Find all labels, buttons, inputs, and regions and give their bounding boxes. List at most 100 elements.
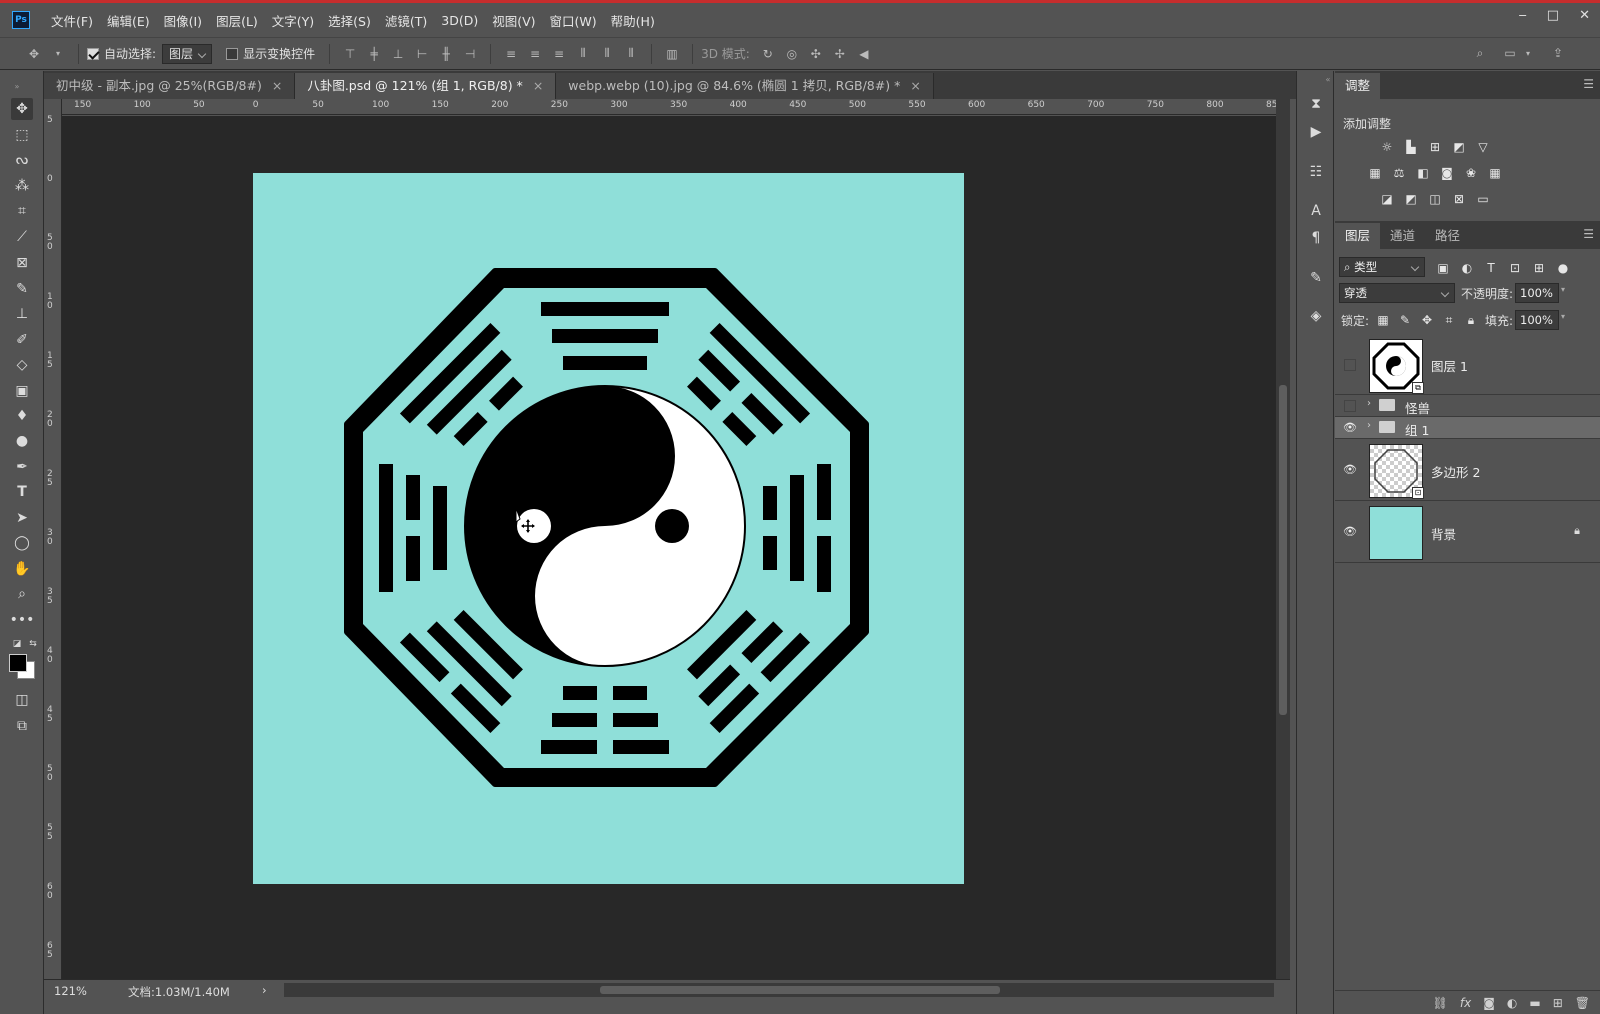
show-transform-checkbox[interactable] — [226, 47, 239, 60]
maximize-button[interactable]: □ — [1547, 8, 1559, 23]
expand-group-icon[interactable]: › — [1367, 420, 1371, 431]
filter-shape-icon[interactable]: ⊡ — [1507, 261, 1523, 275]
photo-filter-icon[interactable]: ◙ — [1439, 166, 1455, 180]
zoom-tool-icon[interactable]: ⌕ — [11, 583, 33, 605]
tab-doc-1[interactable]: 初中级 - 副本.jpg @ 25%(RGB/8#) × — [44, 73, 296, 99]
tab-doc-3[interactable]: webp.webp (10).jpg @ 84.6% (椭圆 1 拷贝, RGB… — [556, 73, 934, 99]
menu-layer[interactable]: 图层(L) — [209, 11, 265, 30]
new-adjustment-icon[interactable]: ◐ — [1507, 996, 1517, 1010]
brightness-icon[interactable]: ☼ — [1379, 140, 1395, 154]
distribute-vcenter-icon[interactable]: ≡ — [528, 47, 542, 61]
opacity-chevron-icon[interactable]: ▾ — [1561, 285, 1565, 294]
auto-select-dropdown[interactable]: 图层 — [162, 43, 213, 64]
filter-pixel-icon[interactable]: ▣ — [1435, 261, 1451, 275]
layer-row[interactable]: ⧉ 图层 1 — [1335, 335, 1600, 395]
history-panel-icon[interactable]: ⧗ — [1307, 95, 1325, 113]
close-button[interactable]: ✕ — [1579, 8, 1590, 23]
panel-menu-icon[interactable]: ☰ — [1583, 77, 1594, 91]
filter-type-icon[interactable]: T — [1483, 261, 1499, 275]
quick-mask-icon[interactable]: ◫ — [11, 689, 33, 711]
selective-color-icon[interactable]: ⊠ — [1451, 192, 1467, 206]
panel-menu-icon[interactable]: ☰ — [1583, 227, 1594, 241]
lock-pixels-icon[interactable]: ✎ — [1397, 313, 1413, 327]
visibility-toggle[interactable] — [1344, 400, 1356, 412]
foreground-color-swatch[interactable] — [9, 654, 27, 672]
filter-toggle-icon[interactable]: ● — [1555, 261, 1571, 275]
menu-filter[interactable]: 滤镜(T) — [378, 11, 434, 30]
layer-row[interactable]: 👁︎ ⊡ 多边形 2 — [1335, 439, 1600, 501]
stamp-tool-icon[interactable]: ⊥ — [11, 303, 33, 325]
gradient-tool-icon[interactable]: ▣ — [11, 380, 33, 402]
gradient-map-icon[interactable]: ▭ — [1475, 192, 1491, 206]
align-hcenter-icon[interactable]: ╫ — [439, 47, 453, 61]
new-group-icon[interactable]: ▬ — [1529, 996, 1540, 1010]
type-tool-icon[interactable]: T — [11, 481, 33, 503]
curves-icon[interactable]: ⊞ — [1427, 140, 1443, 154]
character-panel-icon[interactable]: A — [1307, 202, 1325, 220]
hand-tool-icon[interactable]: ✋ — [11, 558, 33, 580]
invert-icon[interactable]: ◪ — [1379, 192, 1395, 206]
workspace-icon[interactable]: ▭ — [1503, 46, 1517, 60]
lock-transparent-icon[interactable]: ▦ — [1375, 313, 1391, 327]
opacity-input[interactable]: 100% — [1515, 283, 1559, 303]
search-icon[interactable]: ⌕ — [1473, 46, 1487, 60]
horizontal-scroll-thumb[interactable] — [600, 986, 1000, 994]
hue-saturation-icon[interactable]: ▦ — [1367, 166, 1383, 180]
share-icon[interactable]: ⇪ — [1551, 46, 1565, 60]
blend-mode-dropdown[interactable]: 穿透 — [1339, 283, 1455, 303]
fill-chevron-icon[interactable]: ▾ — [1561, 312, 1565, 321]
layer-row[interactable]: › 怪兽 — [1335, 395, 1600, 417]
frame-tool-icon[interactable]: ⊠ — [11, 252, 33, 274]
distribute-right-icon[interactable]: ⦀ — [624, 46, 638, 61]
distribute-top-icon[interactable]: ≡ — [504, 47, 518, 61]
dodge-tool-icon[interactable]: ● — [11, 430, 33, 452]
fill-input[interactable]: 100% — [1515, 310, 1559, 330]
exposure-icon[interactable]: ◩ — [1451, 140, 1467, 154]
lock-all-icon[interactable]: 🔒︎ — [1463, 313, 1479, 327]
vertical-scroll-thumb[interactable] — [1279, 385, 1287, 715]
3d-pan-icon[interactable]: ✣ — [809, 47, 823, 61]
lock-position-icon[interactable]: ✥ — [1419, 313, 1435, 327]
ellipse-tool-icon[interactable]: ◯ — [11, 532, 33, 554]
lasso-tool-icon[interactable]: ᔓ — [11, 149, 33, 171]
menu-file[interactable]: 文件(F) — [44, 11, 100, 30]
crop-tool-icon[interactable]: ⌗ — [11, 200, 33, 222]
3d-scale-icon[interactable]: ◀ — [857, 47, 871, 61]
levels-icon[interactable]: ▙ — [1403, 140, 1419, 154]
magic-wand-tool-icon[interactable]: ⁂ — [11, 175, 33, 197]
menu-image[interactable]: 图像(I) — [157, 11, 209, 30]
tab-layers[interactable]: 图层 — [1335, 223, 1381, 249]
pen-tool-icon[interactable]: ✒ — [11, 456, 33, 478]
move-tool-icon[interactable]: ✥ — [11, 98, 33, 120]
align-right-icon[interactable]: ⊣ — [463, 47, 477, 61]
color-lookup-icon[interactable]: ▦ — [1487, 166, 1503, 180]
3d-orbit-icon[interactable]: ↻ — [761, 47, 775, 61]
new-layer-icon[interactable]: ⊞ — [1553, 996, 1563, 1010]
swap-colors-icon[interactable]: ⇆ — [22, 633, 44, 655]
eye-icon[interactable]: 👁︎ — [1343, 421, 1357, 435]
align-left-icon[interactable]: ⊢ — [415, 47, 429, 61]
lock-artboard-icon[interactable]: ⌗ — [1441, 313, 1457, 327]
black-white-icon[interactable]: ◧ — [1415, 166, 1431, 180]
menu-3d[interactable]: 3D(D) — [434, 13, 485, 28]
posterize-icon[interactable]: ◩ — [1403, 192, 1419, 206]
3d-roll-icon[interactable]: ◎ — [785, 47, 799, 61]
tab-paths[interactable]: 路径 — [1425, 223, 1470, 249]
document-canvas[interactable] — [62, 116, 1276, 979]
tool-preset-chevron-icon[interactable]: ▾ — [51, 47, 65, 61]
menu-window[interactable]: 窗口(W) — [543, 11, 604, 30]
more-tools-icon[interactable]: ••• — [10, 609, 35, 631]
align-vcenter-icon[interactable]: ╪ — [367, 47, 381, 61]
tab-doc-2[interactable]: 八卦图.psd @ 121% (组 1, RGB/8) * × — [295, 73, 557, 99]
align-bottom-icon[interactable]: ⊥ — [391, 47, 405, 61]
collapse-toolbar-icon[interactable]: » — [6, 75, 28, 97]
eyedropper-tool-icon[interactable]: ⟋ — [11, 226, 33, 248]
layer-row[interactable]: 👁︎ › 组 1 — [1335, 417, 1600, 439]
distribute-bottom-icon[interactable]: ≡ — [552, 47, 566, 61]
tab-adjustments[interactable]: 调整 — [1335, 73, 1381, 99]
threshold-icon[interactable]: ◫ — [1427, 192, 1443, 206]
link-layers-icon[interactable]: ⛓ — [1433, 996, 1448, 1010]
menu-select[interactable]: 选择(S) — [321, 11, 378, 30]
eraser-tool-icon[interactable]: ◇ — [11, 354, 33, 376]
layer-row[interactable]: 👁︎ 背景 🔒︎ — [1335, 501, 1600, 563]
